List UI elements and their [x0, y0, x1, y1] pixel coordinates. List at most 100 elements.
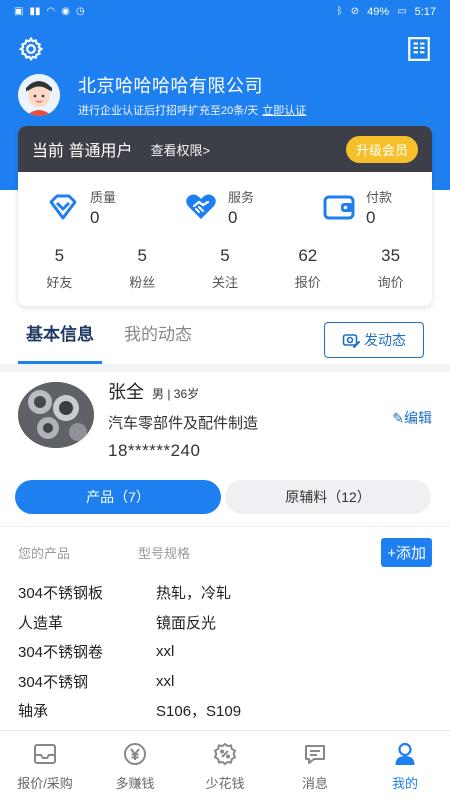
- company-name: 北京哈哈哈哈有限公司: [78, 76, 263, 96]
- bottom-tab-bar: 报价/采购 多赚钱 少花钱 消息 我的: [0, 730, 450, 800]
- yuan-coin-icon: [124, 743, 146, 765]
- tab-label: 少花钱: [205, 776, 245, 791]
- product-name: 轴承: [18, 703, 49, 721]
- count-label: 关注: [211, 275, 238, 290]
- eye-icon: ◉: [61, 6, 70, 17]
- ratings-row: 质量 0 服务 0 付款 0: [18, 172, 432, 242]
- profile-meta: 男 | 36岁: [152, 387, 200, 401]
- column-spec: 型号规格: [138, 545, 191, 561]
- column-product: 您的产品: [18, 545, 71, 561]
- rating-label: 质量: [90, 189, 117, 205]
- wifi-icon: ◠: [46, 6, 56, 17]
- count-label: 询价: [377, 275, 404, 290]
- product-spec: xxl: [156, 672, 175, 690]
- count-fans[interactable]: 5 粉丝: [101, 246, 184, 291]
- camera-edit-icon: [342, 334, 360, 348]
- tab-quotes-purchase[interactable]: 报价/采购: [0, 731, 90, 800]
- rating-service[interactable]: 服务 0: [156, 187, 294, 228]
- product-spec: 镜面反光: [156, 614, 217, 632]
- mute-icon: ⊘: [350, 6, 360, 17]
- list-item[interactable]: 轴承 S106，S109: [18, 696, 432, 726]
- add-product-button[interactable]: +添加: [381, 537, 432, 567]
- member-card: 当前 普通用户 查看权限> 升级会员 质量 0 服务 0 付款 0 5 好友 5…: [18, 126, 432, 306]
- tab-mine[interactable]: 我的: [360, 731, 450, 800]
- product-name: 304不锈钢: [18, 673, 89, 691]
- gear-icon[interactable]: [18, 36, 44, 62]
- post-feed-button[interactable]: 发动态: [324, 322, 424, 358]
- counts-row: 5 好友 5 粉丝 5 关注 62 报价 35 询价: [18, 242, 432, 291]
- rating-value: 0: [228, 207, 238, 227]
- rating-label: 服务: [228, 189, 255, 205]
- membership-bar: 当前 普通用户 查看权限> 升级会员: [18, 126, 432, 172]
- profile-phone: 18******240: [108, 441, 201, 460]
- battery-percent: 49%: [367, 6, 390, 18]
- tab-basic-info[interactable]: 基本信息: [18, 316, 102, 364]
- count-label: 报价: [294, 275, 321, 290]
- tab-earn-more[interactable]: 多赚钱: [90, 731, 180, 800]
- rating-quality[interactable]: 质量 0: [18, 187, 156, 228]
- inbox-icon: [34, 744, 56, 764]
- segment-products[interactable]: 产品（7）: [15, 480, 221, 514]
- products-table-header: 您的产品 型号规格 +添加: [18, 537, 432, 567]
- profile-card: 张全 男 | 36岁 汽车零部件及配件制造 18******240 ✎编辑: [18, 378, 432, 460]
- rating-value: 0: [90, 207, 100, 227]
- verify-hint: 进行企业认证后打招呼扩充至20条/天: [78, 105, 259, 117]
- tab-label: 报价/采购: [17, 776, 73, 791]
- count-inquiries[interactable]: 35 询价: [349, 246, 432, 291]
- post-feed-label: 发动态: [364, 332, 406, 348]
- edit-label: 编辑: [404, 410, 432, 426]
- tab-label: 消息: [301, 776, 328, 791]
- discount-coin-icon: [213, 742, 237, 766]
- count-label: 粉丝: [129, 275, 156, 290]
- sim-icon: ▣: [14, 6, 24, 17]
- view-permissions-link[interactable]: 查看权限>: [150, 140, 210, 159]
- diamond-icon: [49, 194, 77, 220]
- clock: 5:17: [414, 6, 436, 18]
- tab-label: 多赚钱: [115, 776, 155, 791]
- product-spec: S106，S109: [156, 703, 242, 721]
- verify-link[interactable]: 立即认证: [262, 105, 306, 117]
- count-value: 5: [54, 246, 65, 265]
- avatar[interactable]: [18, 74, 60, 116]
- list-item[interactable]: 304不锈钢板 热轧，冷轧: [18, 578, 432, 608]
- tab-my-feed[interactable]: 我的动态: [124, 316, 192, 364]
- count-friends[interactable]: 5 好友: [18, 246, 101, 291]
- bluetooth-icon: ᛒ: [336, 6, 343, 17]
- profile-tabs: 基本信息 我的动态 发动态: [0, 316, 450, 364]
- alarm-icon: ◷: [75, 6, 85, 17]
- profile-photo[interactable]: [18, 382, 94, 448]
- product-spec: 热轧，冷轧: [156, 585, 232, 603]
- pencil-icon: ✎: [392, 410, 404, 426]
- profile-name: 张全: [108, 382, 144, 402]
- count-value: 62: [298, 246, 318, 265]
- products-list: 304不锈钢板 热轧，冷轧 人造革 镜面反光 304不锈钢卷 xxl 304不锈…: [18, 578, 432, 726]
- product-spec: xxl: [156, 643, 175, 661]
- upgrade-button[interactable]: 升级会员: [345, 135, 418, 163]
- count-value: 5: [137, 246, 147, 265]
- segment-materials[interactable]: 原辅料（12）: [225, 480, 431, 514]
- rating-label: 付款: [366, 189, 393, 205]
- count-quotes[interactable]: 62 报价: [266, 246, 349, 291]
- count-label: 好友: [46, 275, 73, 290]
- handshake-heart-icon: [186, 194, 216, 219]
- edit-profile-button[interactable]: ✎编辑: [392, 408, 432, 428]
- message-icon: [305, 745, 325, 764]
- profile-industry: 汽车零部件及配件制造: [108, 415, 259, 432]
- list-item[interactable]: 304不锈钢 xxl: [18, 667, 432, 697]
- rating-payment[interactable]: 付款 0: [294, 187, 432, 228]
- building-icon[interactable]: [406, 36, 432, 62]
- tab-spend-less[interactable]: 少花钱: [180, 731, 270, 800]
- list-item[interactable]: 人造革 镜面反光: [18, 608, 432, 638]
- section-divider: [0, 364, 450, 372]
- user-icon: [395, 742, 415, 765]
- divider: [0, 526, 450, 527]
- battery-icon: ▭: [397, 6, 407, 17]
- product-name: 304不锈钢卷: [18, 644, 104, 662]
- list-item[interactable]: 304不锈钢卷 xxl: [18, 637, 432, 667]
- tab-messages[interactable]: 消息: [270, 731, 360, 800]
- rating-value: 0: [366, 207, 376, 227]
- signal-icon: ▮▮: [29, 6, 41, 17]
- count-following[interactable]: 5 关注: [184, 246, 267, 291]
- status-bar: ▣ ▮▮ ◠ ◉ ◷ ᛒ ⊘ 49% ▭ 5:17: [0, 0, 450, 24]
- tab-label: 我的: [391, 776, 418, 791]
